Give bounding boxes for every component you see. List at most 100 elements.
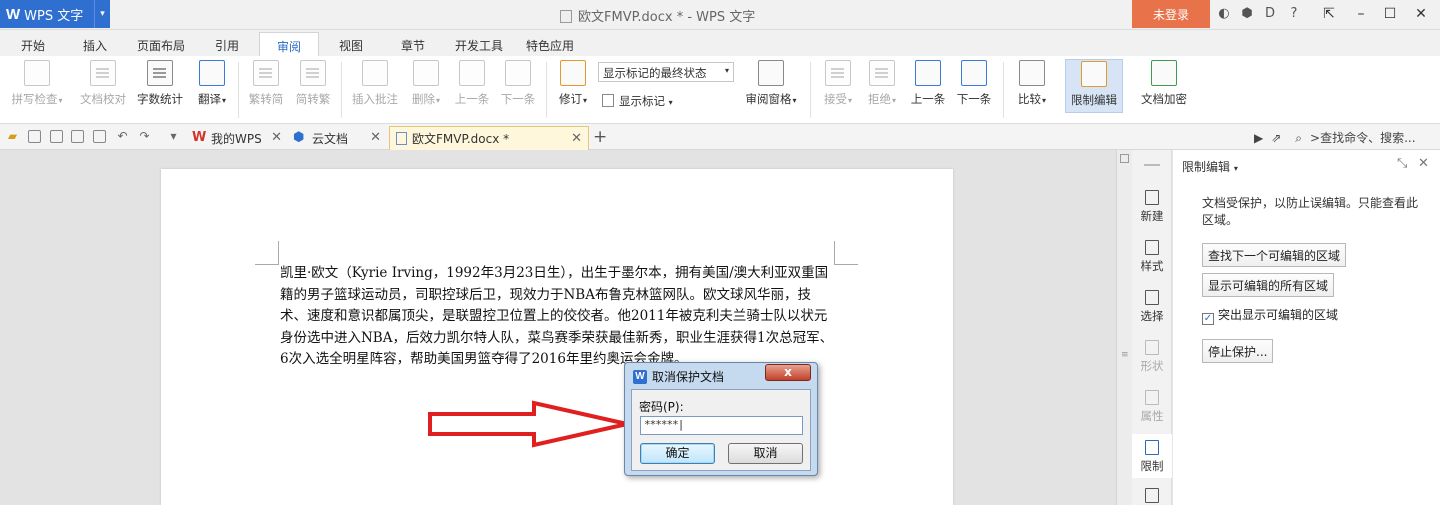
accept-button[interactable]: 接受▾ — [818, 60, 858, 107]
tab-cloud-docs[interactable]: ⬢ 云文档 ✕ — [287, 126, 387, 150]
insert-comment-button[interactable]: 插入批注 — [348, 60, 402, 107]
dialog-close-button[interactable]: x — [765, 364, 811, 381]
restrict-editing-panel: 限制编辑 ▾ ⤡ ✕ 文档受保护，以防止误编辑。只能查看此区域。 查找下一个可编… — [1173, 150, 1440, 505]
d-icon[interactable]: D — [1262, 6, 1278, 22]
panel-toggle-icon[interactable] — [1120, 154, 1129, 163]
strip-select[interactable]: 选择 — [1132, 290, 1172, 324]
tab-review[interactable]: 审阅 — [259, 32, 319, 56]
previous-comment-button[interactable]: 上一条 — [452, 60, 492, 107]
highlight-editable-checkbox[interactable]: ✓ 突出显示可编辑的区域 — [1202, 306, 1338, 325]
password-input[interactable]: ******| — [640, 416, 803, 435]
minimize-button[interactable]: – — [1350, 4, 1372, 24]
strip-properties[interactable]: 属性 — [1132, 390, 1172, 424]
app-menu-button[interactable]: W WPS 文字 ▾ — [0, 0, 110, 28]
print-preview-icon[interactable] — [93, 130, 106, 143]
strip-restrict[interactable]: 限制 — [1132, 434, 1172, 478]
compare-button[interactable]: 比较▾ — [1012, 60, 1052, 107]
review-pane-button[interactable]: 审阅窗格▾ — [740, 60, 802, 107]
show-markup-button[interactable]: 显示标记 ▾ — [602, 93, 673, 109]
arrow-shape — [428, 400, 628, 448]
spell-check-button[interactable]: 拼写检查▾ — [6, 60, 68, 107]
tab-insert[interactable]: 插入 — [80, 34, 110, 56]
cube-icon[interactable]: ⬢ — [1239, 6, 1255, 22]
share-icon[interactable]: ⇗ — [1271, 131, 1281, 145]
wps-logo-icon: W — [6, 5, 21, 23]
cancel-button[interactable]: 取消 — [728, 443, 803, 464]
red-arrow-annotation — [428, 400, 628, 448]
show-all-editable-button[interactable]: 显示可编辑的所有区域 — [1202, 273, 1335, 297]
previous-change-button[interactable]: 上一条 — [908, 60, 948, 107]
strip-grip — [1144, 164, 1160, 166]
next-comment-icon — [505, 60, 531, 86]
reject-icon — [869, 60, 895, 86]
divider — [238, 62, 239, 118]
style-icon — [1145, 240, 1159, 255]
simplified-to-traditional-button[interactable]: 简转繁 — [292, 60, 334, 107]
tab-page-layout[interactable]: 页面布局 — [135, 34, 187, 56]
select-icon — [1145, 290, 1159, 305]
traditional-to-simplified-button[interactable]: 繁转简 — [246, 60, 286, 107]
close-button[interactable]: ✕ — [1410, 4, 1432, 24]
restrict-editing-button[interactable]: 限制编辑 — [1065, 59, 1123, 113]
delete-comment-button[interactable]: 删除▾ — [406, 60, 446, 107]
skin-icon[interactable]: ◐ — [1216, 6, 1232, 22]
strip-new[interactable]: 新建 — [1132, 190, 1172, 224]
open-folder-icon[interactable]: ▰ — [5, 129, 20, 144]
expand-icon[interactable]: ⤡ — [1397, 156, 1407, 171]
lock-icon — [1081, 61, 1107, 87]
restore-ribbon-icon[interactable]: ⇱ — [1318, 4, 1340, 24]
tab-chapter[interactable]: 章节 — [398, 34, 428, 56]
tab-view[interactable]: 视图 — [336, 34, 366, 56]
strip-shape[interactable]: 形状 — [1132, 340, 1172, 374]
export-pdf-icon[interactable] — [50, 130, 63, 143]
track-changes-button[interactable]: 修订▾ — [553, 60, 593, 107]
undo-icon[interactable]: ↶ — [115, 129, 130, 144]
stop-protection-button[interactable]: 停止保护... — [1202, 339, 1274, 363]
document-body-text[interactable]: 凯里·欧文（Kyrie Irving，1992年3月23日生），出生于墨尔本，拥… — [280, 263, 834, 371]
reject-button[interactable]: 拒绝▾ — [862, 60, 902, 107]
ok-button[interactable]: 确定 — [640, 443, 715, 464]
pencil-icon — [560, 60, 586, 86]
help-icon[interactable]: ? — [1286, 6, 1302, 22]
redo-icon[interactable]: ↷ — [137, 129, 152, 144]
strip-more[interactable] — [1132, 488, 1172, 505]
close-tab-icon[interactable]: ✕ — [271, 130, 282, 145]
divider — [341, 62, 342, 118]
proofread-button[interactable]: 文档校对 — [76, 60, 130, 107]
maximize-button[interactable]: ☐ — [1379, 4, 1401, 24]
tab-start[interactable]: 开始 — [18, 34, 48, 56]
find-next-editable-button[interactable]: 查找下一个可编辑的区域 — [1202, 243, 1347, 267]
tab-reference[interactable]: 引用 — [212, 34, 242, 56]
translate-button[interactable]: 翻译▾ — [192, 60, 232, 107]
save-icon[interactable] — [28, 130, 41, 143]
tab-document[interactable]: 欧文FMVP.docx * ✕ — [389, 126, 589, 150]
tab-features[interactable]: 特色应用 — [523, 34, 577, 56]
close-tab-icon[interactable]: ✕ — [571, 131, 582, 146]
new-tab-icon[interactable]: + — [593, 127, 607, 147]
document-page[interactable]: 凯里·欧文（Kyrie Irving，1992年3月23日生），出生于墨尔本，拥… — [161, 169, 953, 505]
close-tab-icon[interactable]: ✕ — [370, 130, 381, 145]
command-search[interactable]: ▶ ⇗ ⌕ >查找命令、搜索... — [1254, 129, 1424, 146]
markup-display-select[interactable]: 显示标记的最终状态 ▾ — [598, 62, 734, 82]
window-title: 欧文FMVP.docx * - WPS 文字 — [560, 6, 880, 25]
print-icon[interactable] — [71, 130, 84, 143]
chevron-down-icon[interactable]: ▾ — [94, 0, 110, 28]
next-comment-button[interactable]: 下一条 — [498, 60, 538, 107]
divider — [1003, 62, 1004, 118]
screen-icon[interactable]: ▶ — [1254, 131, 1263, 145]
login-button[interactable]: 未登录 — [1132, 0, 1210, 28]
previous-comment-icon — [459, 60, 485, 86]
drag-handle-icon[interactable]: ≡ — [1121, 350, 1129, 360]
customize-toolbar-icon[interactable]: ▾ — [166, 129, 181, 144]
word-count-button[interactable]: 字数统计 — [134, 60, 186, 107]
tab-my-wps[interactable]: W 我的WPS ✕ — [186, 126, 288, 150]
next-change-button[interactable]: 下一条 — [954, 60, 994, 107]
tab-developer[interactable]: 开发工具 — [453, 34, 505, 56]
strip-styles[interactable]: 样式 — [1132, 240, 1172, 274]
close-panel-icon[interactable]: ✕ — [1418, 156, 1429, 171]
dialog-title: W 取消保护文档 — [633, 368, 724, 385]
password-label: 密码(P): — [639, 400, 684, 414]
vertical-scrollbar[interactable]: ≡ — [1116, 150, 1132, 505]
encrypt-document-button[interactable]: 文档加密 — [1136, 60, 1192, 107]
panel-title[interactable]: 限制编辑 ▾ — [1182, 158, 1238, 175]
